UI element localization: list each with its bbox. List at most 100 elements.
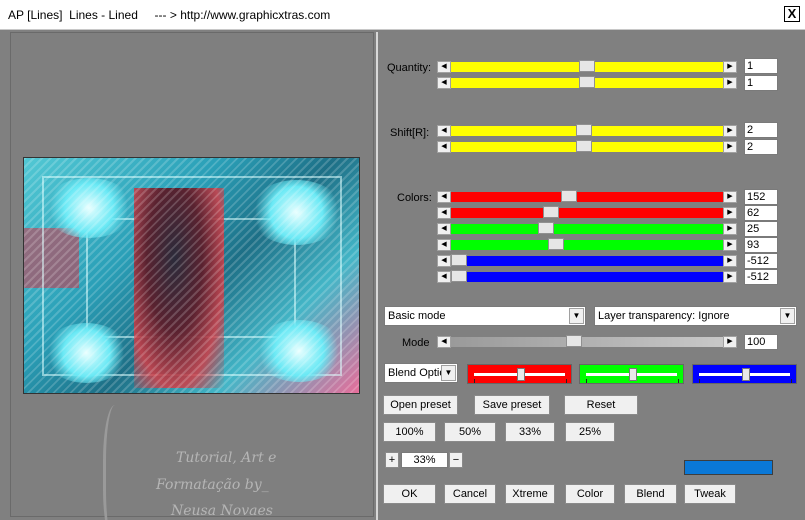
scroll-right-icon[interactable]: ▶ xyxy=(723,77,737,89)
slider-thumb[interactable] xyxy=(543,206,560,218)
shift-slider[interactable]: ◀ ▶ xyxy=(437,140,737,153)
color-input[interactable]: 152 xyxy=(744,189,778,205)
preview-image xyxy=(23,157,360,394)
scroll-right-icon[interactable]: ▶ xyxy=(723,239,737,251)
slider-track[interactable] xyxy=(451,337,723,347)
panel-divider xyxy=(376,32,378,520)
scroll-left-icon[interactable]: ◀ xyxy=(437,336,451,348)
color-slider[interactable]: ◀ ▶ xyxy=(437,222,737,235)
zoom-input[interactable]: 33% xyxy=(401,452,448,468)
shift-input[interactable]: 2 xyxy=(744,139,778,155)
quantity-input[interactable]: 1 xyxy=(744,75,778,91)
chevron-down-icon[interactable]: ▼ xyxy=(569,308,584,324)
blend-blue-slider[interactable] xyxy=(692,364,797,384)
slider-track[interactable] xyxy=(451,272,723,282)
reset-button[interactable]: Reset xyxy=(564,395,638,415)
color-input[interactable]: 62 xyxy=(744,205,778,221)
color-input[interactable]: -512 xyxy=(744,253,778,269)
scroll-right-icon[interactable]: ▶ xyxy=(723,336,737,348)
scroll-left-icon[interactable]: ◀ xyxy=(437,207,451,219)
slider-thumb[interactable] xyxy=(741,368,750,381)
color-slider[interactable]: ◀ ▶ xyxy=(437,238,737,251)
scroll-left-icon[interactable]: ◀ xyxy=(437,125,451,137)
scroll-left-icon[interactable]: ◀ xyxy=(437,223,451,235)
slider-thumb[interactable] xyxy=(548,238,565,250)
scroll-left-icon[interactable]: ◀ xyxy=(437,191,451,203)
slider-track[interactable] xyxy=(451,208,723,218)
slider-thumb[interactable] xyxy=(579,60,595,72)
chevron-down-icon[interactable]: ▼ xyxy=(780,308,795,324)
scroll-left-icon[interactable]: ◀ xyxy=(437,141,451,153)
blend-button[interactable]: Blend xyxy=(624,484,677,504)
slider-thumb[interactable] xyxy=(566,335,583,347)
slider-thumb[interactable] xyxy=(451,270,467,282)
scroll-left-icon[interactable]: ◀ xyxy=(437,77,451,89)
open-preset-button[interactable]: Open preset xyxy=(383,395,458,415)
color-input[interactable]: 93 xyxy=(744,237,778,253)
scroll-right-icon[interactable]: ▶ xyxy=(723,255,737,267)
blend-select[interactable]: Blend Optio ▼ xyxy=(384,363,458,383)
mode-slider[interactable]: ◀ ▶ xyxy=(437,335,737,348)
ok-button[interactable]: OK xyxy=(383,484,436,504)
scroll-right-icon[interactable]: ▶ xyxy=(723,61,737,73)
scroll-right-icon[interactable]: ▶ xyxy=(723,125,737,137)
tweak-button[interactable]: Tweak xyxy=(684,484,736,504)
slider-thumb[interactable] xyxy=(579,76,595,88)
cancel-button[interactable]: Cancel xyxy=(444,484,496,504)
slider-thumb[interactable] xyxy=(628,368,637,381)
watermark: Tutorial, Art e Formatação by_ Neusa Nov… xyxy=(91,405,321,520)
zoom-100-button[interactable]: 100% xyxy=(383,422,436,442)
shift-slider[interactable]: ◀ ▶ xyxy=(437,124,737,137)
color-input[interactable]: 25 xyxy=(744,221,778,237)
scroll-right-icon[interactable]: ▶ xyxy=(723,191,737,203)
slider-thumb[interactable] xyxy=(576,140,593,152)
slider-thumb[interactable] xyxy=(451,254,467,266)
zoom-50-button[interactable]: 50% xyxy=(444,422,496,442)
color-slider[interactable]: ◀ ▶ xyxy=(437,206,737,219)
tick-mark xyxy=(474,379,475,383)
window-title: AP [Lines] Lines - Lined --- > http://ww… xyxy=(8,8,331,22)
zoom-33-button[interactable]: 33% xyxy=(505,422,555,442)
preview-lines-overlay xyxy=(24,158,359,393)
shift-input[interactable]: 2 xyxy=(744,122,778,138)
colors-label: Colors: xyxy=(397,192,432,204)
slider-track[interactable] xyxy=(451,192,723,202)
scroll-right-icon[interactable]: ▶ xyxy=(723,141,737,153)
scroll-left-icon[interactable]: ◀ xyxy=(437,61,451,73)
blend-green-slider[interactable] xyxy=(579,364,684,384)
slider-track[interactable] xyxy=(451,256,723,266)
quantity-slider[interactable]: ◀ ▶ xyxy=(437,60,737,73)
zoom-in-button[interactable]: + xyxy=(385,452,399,468)
blend-red-slider[interactable] xyxy=(467,364,572,384)
zoom-25-button[interactable]: 25% xyxy=(565,422,615,442)
scroll-right-icon[interactable]: ▶ xyxy=(723,271,737,283)
scroll-left-icon[interactable]: ◀ xyxy=(437,271,451,283)
scroll-left-icon[interactable]: ◀ xyxy=(437,255,451,267)
slider-track[interactable] xyxy=(451,240,723,250)
scroll-right-icon[interactable]: ▶ xyxy=(723,207,737,219)
color-input[interactable]: -512 xyxy=(744,269,778,285)
color-slider[interactable]: ◀ ▶ xyxy=(437,270,737,283)
quantity-input[interactable]: 1 xyxy=(744,58,778,74)
xtreme-button[interactable]: Xtreme xyxy=(505,484,555,504)
scroll-left-icon[interactable]: ◀ xyxy=(437,239,451,251)
slider-thumb[interactable] xyxy=(538,222,555,234)
mode-input[interactable]: 100 xyxy=(744,334,778,350)
quantity-slider[interactable]: ◀ ▶ xyxy=(437,76,737,89)
slider-thumb[interactable] xyxy=(561,190,578,202)
slider-thumb[interactable] xyxy=(576,124,593,136)
save-preset-button[interactable]: Save preset xyxy=(474,395,550,415)
mode-select[interactable]: Basic mode ▼ xyxy=(384,306,586,326)
close-button[interactable]: X xyxy=(784,6,800,22)
slider-thumb[interactable] xyxy=(516,368,525,381)
quantity-label: Quantity: xyxy=(387,62,432,74)
zoom-out-button[interactable]: − xyxy=(449,452,463,468)
color-button[interactable]: Color xyxy=(565,484,615,504)
scroll-right-icon[interactable]: ▶ xyxy=(723,223,737,235)
slider-track[interactable] xyxy=(451,224,723,234)
color-swatch[interactable] xyxy=(684,460,773,475)
color-slider[interactable]: ◀ ▶ xyxy=(437,254,737,267)
chevron-down-icon[interactable]: ▼ xyxy=(441,365,456,381)
transparency-select[interactable]: Layer transparency: Ignore ▼ xyxy=(594,306,797,326)
color-slider[interactable]: ◀ ▶ xyxy=(437,190,737,203)
